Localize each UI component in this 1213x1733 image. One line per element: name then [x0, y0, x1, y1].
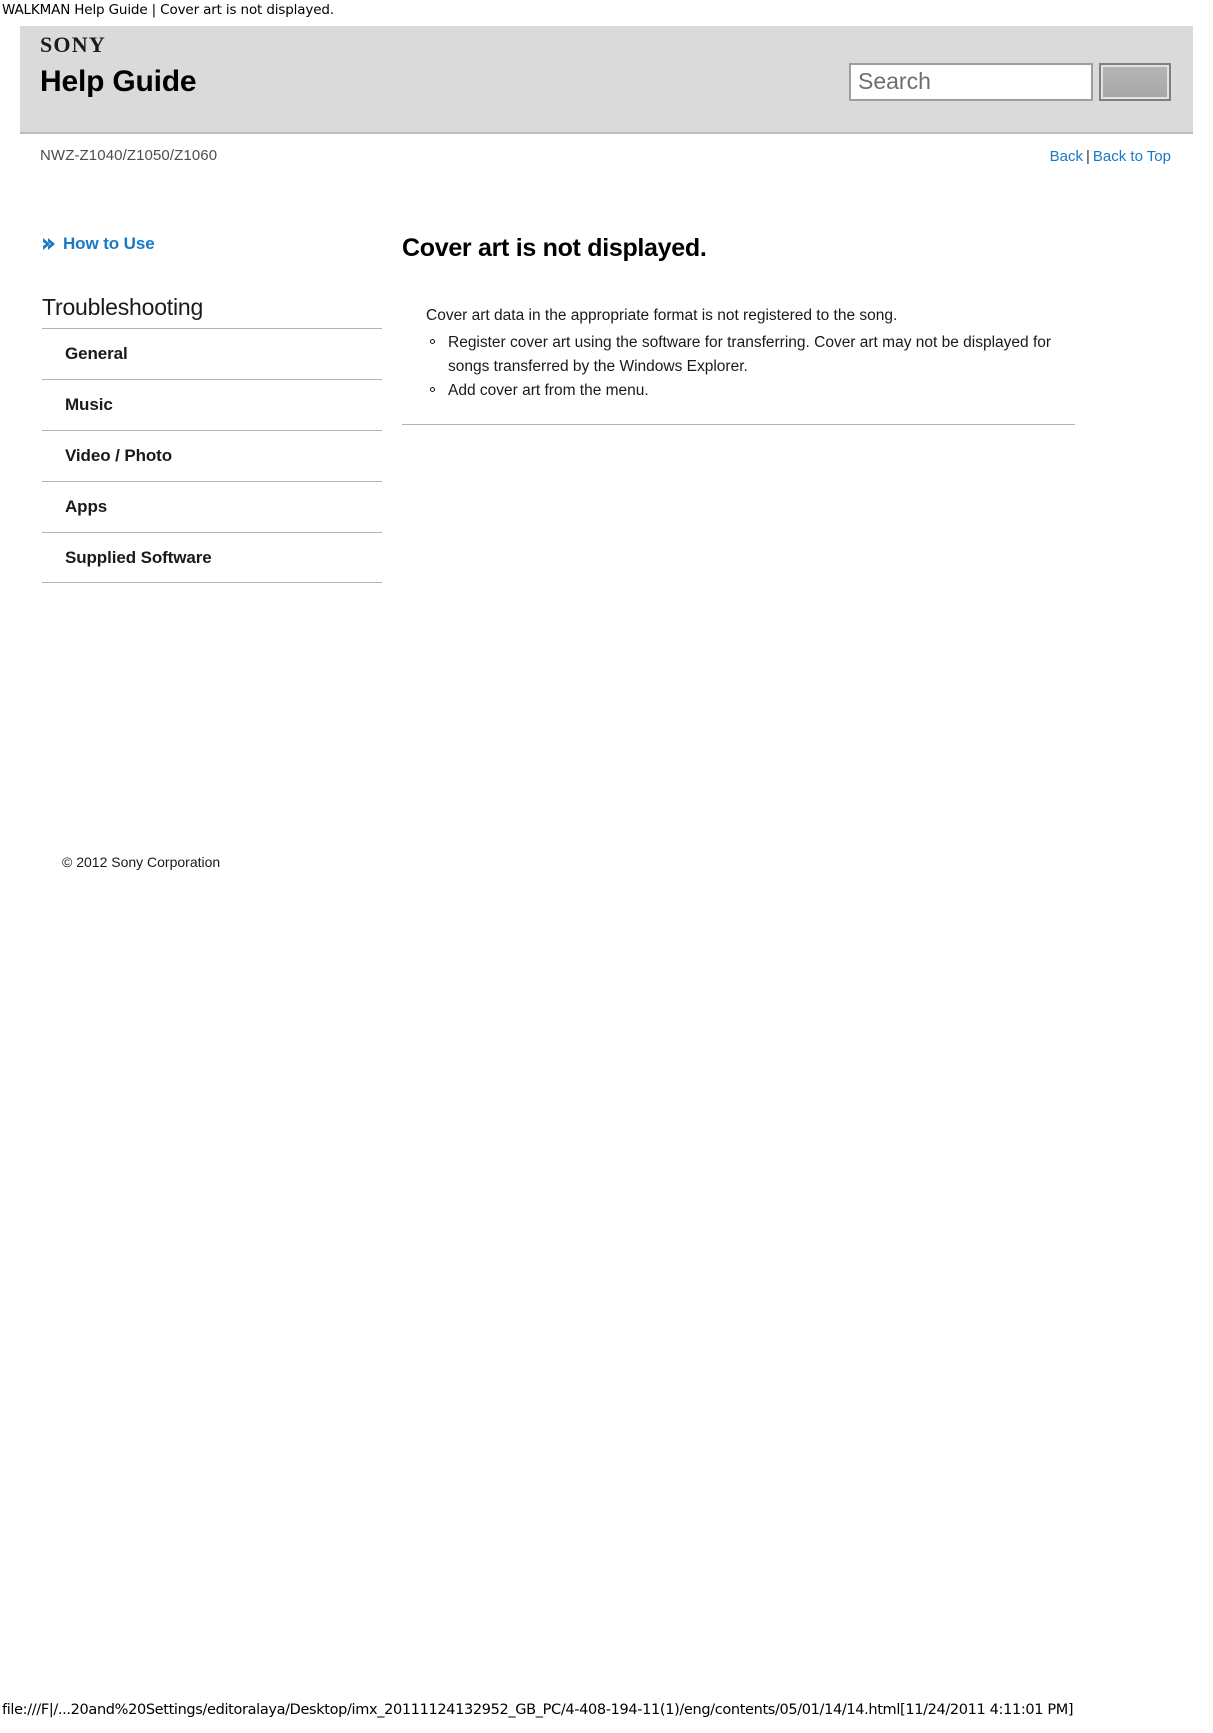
sidebar-item-label: General [65, 344, 128, 363]
model-number: NWZ-Z1040/Z1050/Z1060 [40, 147, 218, 164]
sidebar: How to Use Troubleshooting General Music… [42, 234, 382, 870]
article-bottom-divider [402, 424, 1075, 426]
search-area [849, 63, 1171, 101]
back-link[interactable]: Back [1050, 148, 1083, 165]
sidebar-item-video-photo[interactable]: Video / Photo [42, 430, 382, 481]
search-input[interactable] [849, 63, 1093, 101]
article-title: Cover art is not displayed. [402, 234, 707, 262]
copyright-notice: © 2012 Sony Corporation [62, 854, 221, 870]
sony-logo: SONY [40, 32, 106, 57]
sidebar-item-label: Supplied Software [65, 547, 212, 567]
sidebar-section-title: Troubleshooting [42, 294, 204, 320]
search-submit-button[interactable] [1099, 63, 1171, 101]
content-area: How to Use Troubleshooting General Music… [20, 176, 1193, 870]
sidebar-item-label: Music [65, 395, 113, 414]
sidebar-nav-list: General Music Video / Photo Apps Supplie… [42, 328, 382, 583]
article-lead-text: Cover art data in the appropriate format… [426, 307, 898, 324]
page-title: Help Guide [40, 65, 197, 98]
back-to-top-link[interactable]: Back to Top [1093, 148, 1171, 165]
sidebar-item-general[interactable]: General [42, 328, 382, 379]
how-to-use-label: How to Use [63, 234, 155, 253]
sidebar-item-supplied-software[interactable]: Supplied Software [42, 532, 382, 583]
browser-print-footer: file:///F|/...20and%20Settings/editorala… [2, 1702, 1074, 1718]
site-header: SONY Help Guide [20, 26, 1193, 134]
sidebar-item-apps[interactable]: Apps [42, 481, 382, 532]
how-to-use-link[interactable]: How to Use [42, 234, 382, 254]
sidebar-item-music[interactable]: Music [42, 379, 382, 430]
list-item: Add cover art from the menu. [426, 379, 1075, 402]
meta-row: NWZ-Z1040/Z1050/Z1060 Back | Back to Top [20, 134, 1193, 176]
sidebar-item-label: Video / Photo [65, 446, 173, 465]
article: Cover art is not displayed. Cover art da… [402, 234, 1075, 426]
sidebar-item-label: Apps [65, 497, 108, 516]
chevron-right-icon [42, 237, 56, 251]
list-item: Register cover art using the software fo… [426, 331, 1075, 378]
page-root: SONY Help Guide NWZ-Z1040/Z1050/Z1060 Ba… [0, 26, 1213, 870]
back-links-separator: | [1085, 148, 1090, 165]
brand-block: SONY Help Guide [40, 32, 197, 99]
article-bullet-list: Register cover art using the software fo… [402, 331, 1075, 402]
browser-print-header: WALKMAN Help Guide | Cover art is not di… [2, 2, 334, 18]
back-links: Back | Back to Top [1050, 148, 1171, 165]
